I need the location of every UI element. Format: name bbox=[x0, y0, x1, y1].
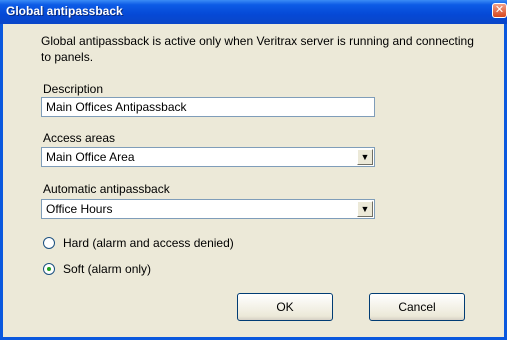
chevron-down-icon: ▼ bbox=[360, 152, 370, 162]
window-title: Global antipassback bbox=[6, 4, 123, 18]
description-label: Description bbox=[43, 82, 104, 96]
description-field[interactable]: Main Offices Antipassback bbox=[41, 97, 375, 117]
radio-soft-circle[interactable] bbox=[43, 263, 55, 275]
access-areas-select[interactable]: Main Office Area ▼ bbox=[41, 147, 375, 167]
access-areas-value: Main Office Area bbox=[46, 150, 135, 164]
dialog-window: Global antipassback ✕ Global antipassbac… bbox=[0, 0, 507, 340]
title-bar[interactable]: Global antipassback ✕ bbox=[0, 0, 507, 24]
access-areas-label: Access areas bbox=[43, 131, 116, 145]
automatic-antipassback-value: Office Hours bbox=[46, 202, 113, 216]
access-areas-dropdown-button[interactable]: ▼ bbox=[357, 149, 373, 165]
info-text: Global antipassback is active only when … bbox=[41, 34, 474, 64]
radio-hard-label[interactable]: Hard (alarm and access denied) bbox=[63, 236, 234, 250]
cancel-button[interactable]: Cancel bbox=[369, 293, 465, 321]
automatic-antipassback-label: Automatic antipassback bbox=[43, 182, 170, 196]
radio-hard-circle[interactable] bbox=[43, 237, 55, 249]
automatic-antipassback-dropdown-button[interactable]: ▼ bbox=[357, 201, 373, 217]
radio-soft-label[interactable]: Soft (alarm only) bbox=[63, 262, 151, 276]
automatic-antipassback-select[interactable]: Office Hours ▼ bbox=[41, 199, 375, 219]
ok-button[interactable]: OK bbox=[237, 293, 333, 321]
chevron-down-icon: ▼ bbox=[360, 204, 370, 214]
close-button[interactable]: ✕ bbox=[492, 3, 507, 18]
close-icon: ✕ bbox=[494, 4, 505, 16]
